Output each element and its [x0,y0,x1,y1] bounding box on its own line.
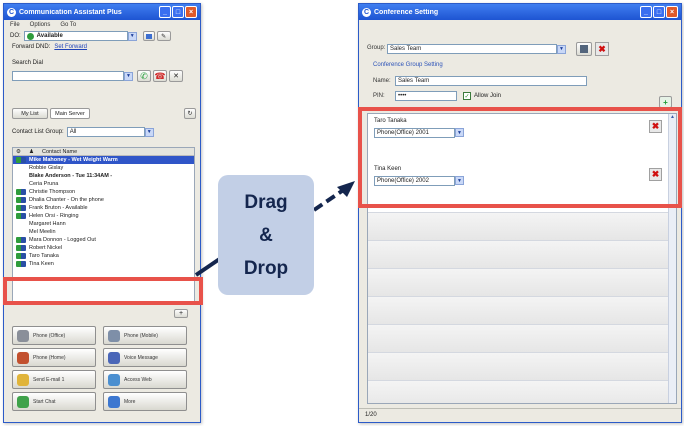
arrow-segment-right [312,189,344,212]
badge-line-3: Drop [243,257,289,279]
badge-line-1: Drag [244,191,288,213]
drag-arrows [194,181,355,277]
drag-drop-badge: Drag & Drop [218,175,314,295]
arrow-head [337,181,355,197]
badge-line-2: & [259,224,273,246]
